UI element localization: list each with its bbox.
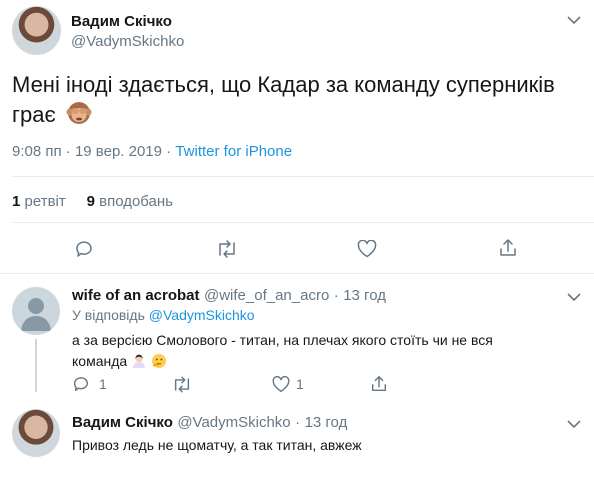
thinking-face-icon (151, 353, 167, 375)
author-avatar[interactable] (12, 6, 61, 55)
likes-stat[interactable]: 9 вподобань (87, 193, 173, 210)
time-separator: · (295, 414, 301, 431)
tweet-meta: 9:08 пп · 19 вер. 2019 · Twitter for iPh… (12, 143, 292, 160)
chevron-down-icon[interactable] (567, 292, 581, 302)
woman-shrugging-icon (131, 353, 147, 375)
reply-to-handle-link[interactable]: @VadymSkichko (149, 307, 255, 323)
like-icon[interactable] (272, 376, 290, 393)
retweet-icon[interactable] (172, 376, 192, 393)
reply-header: wife of an acrobat @wife_of_an_acro · 13… (72, 287, 386, 305)
divider (12, 176, 594, 177)
reply-text: а за версією Смолового - титан, на плеча… (72, 330, 572, 375)
reply-header: Вадим Скічко @VadymSkichko · 13 год (72, 414, 347, 432)
retweets-count: 1 (12, 193, 21, 210)
reply-to-prefix: У відповідь (72, 307, 145, 323)
reply-time[interactable]: 13 год (343, 287, 386, 304)
tweet-stats: 1 ретвіт 9 вподобань (12, 193, 173, 210)
chevron-down-icon[interactable] (567, 419, 581, 429)
meta-separator: · (65, 143, 71, 160)
reply-text-line-2: команда (72, 351, 572, 375)
reply-time[interactable]: 13 год (305, 414, 348, 431)
tweet-source-link[interactable]: Twitter for iPhone (175, 143, 292, 160)
reply-text-line: команда (72, 353, 128, 369)
tweet-text: Мені іноді здається, що Кадар за команду… (12, 70, 582, 130)
reply-author-name[interactable]: Вадим Скічко (72, 414, 173, 431)
thread-line (35, 339, 37, 392)
reply-count: 1 (99, 376, 107, 392)
retweet-icon[interactable] (216, 240, 238, 258)
author-name[interactable]: Вадим Скічко (71, 13, 172, 30)
divider (12, 222, 594, 223)
chevron-down-icon[interactable] (567, 15, 581, 25)
reply-author-avatar[interactable] (12, 287, 60, 335)
tweet-date[interactable]: 19 вер. 2019 (75, 143, 162, 160)
reply-icon[interactable] (74, 239, 94, 259)
retweets-stat[interactable]: 1 ретвіт (12, 193, 66, 210)
author-handle[interactable]: @VadymSkichko (71, 33, 184, 50)
see-no-evil-monkey-icon (66, 100, 92, 126)
reply-text: Привоз ледь не щоматчу, а так титан, авж… (72, 437, 362, 453)
like-icon[interactable] (357, 240, 377, 258)
tweet-text-content: Мені іноді здається, що Кадар за команду… (12, 72, 555, 127)
retweets-label: ретвіт (24, 193, 66, 210)
like-count: 1 (296, 376, 304, 392)
meta-separator: · (166, 143, 172, 160)
tweet-time[interactable]: 9:08 пп (12, 143, 62, 160)
reply-author-avatar[interactable] (12, 409, 60, 457)
reply-icon[interactable] (72, 375, 90, 393)
likes-label: вподобань (99, 193, 173, 210)
reply-author-handle[interactable]: @wife_of_an_acro (204, 287, 329, 304)
section-separator (0, 273, 594, 274)
reply-to-line: У відповідь @VadymSkichko (72, 305, 255, 326)
share-icon[interactable] (370, 375, 388, 393)
reply-author-name[interactable]: wife of an acrobat (72, 287, 200, 304)
share-icon[interactable] (498, 238, 518, 258)
likes-count: 9 (86, 193, 95, 210)
time-separator: · (333, 287, 339, 304)
reply-author-handle[interactable]: @VadymSkichko (177, 414, 290, 431)
reply-text-line: а за версією Смолового - титан, на плеча… (72, 332, 493, 348)
